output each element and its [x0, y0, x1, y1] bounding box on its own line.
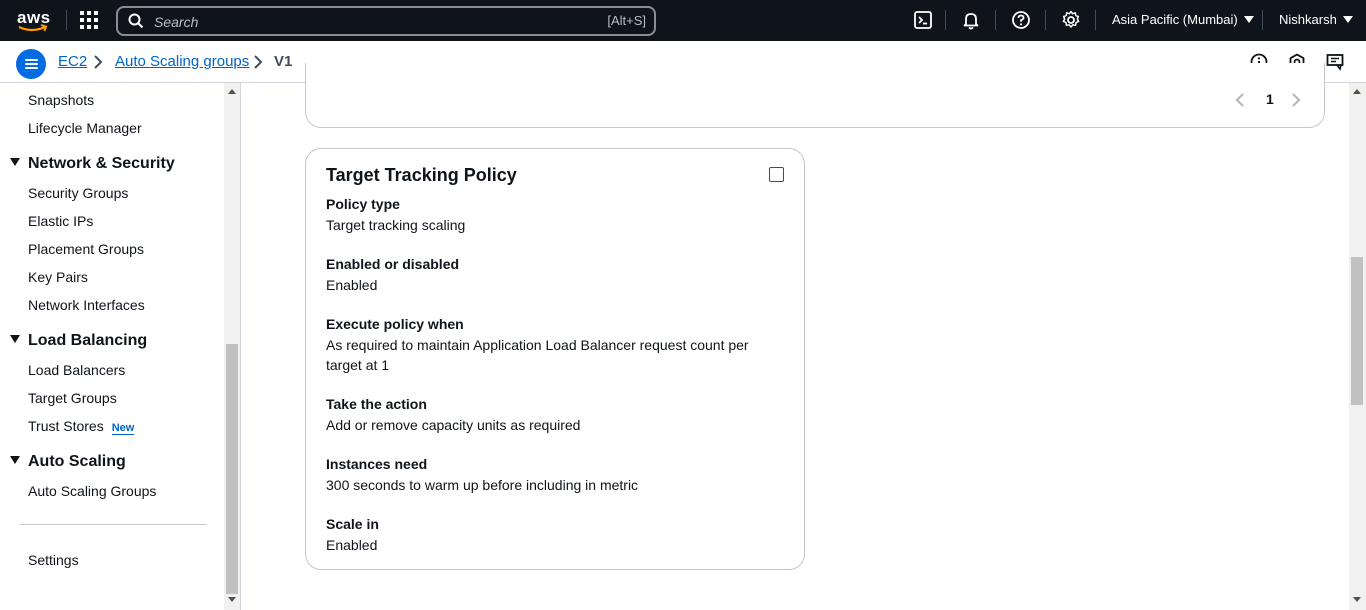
scroll-down-arrow-icon[interactable] [1353, 597, 1361, 602]
sidebar-scrollbar[interactable] [224, 83, 241, 610]
nav-divider [1095, 10, 1096, 30]
account-menu[interactable]: Nishkarsh [1279, 12, 1353, 27]
field-value-policy-type: Target tracking scaling [326, 217, 466, 233]
gear-icon[interactable] [1061, 10, 1081, 30]
help-icon[interactable] [1011, 10, 1031, 30]
field-label-execute-policy: Execute policy when [326, 316, 464, 332]
field-label-instances-need: Instances need [326, 456, 428, 472]
sidebar-item-elastic-ips[interactable]: Elastic IPs [28, 213, 93, 229]
region-label: Asia Pacific (Mumbai) [1112, 12, 1238, 27]
nav-divider [66, 10, 67, 30]
sidebar-item-lifecycle-manager[interactable]: Lifecycle Manager [28, 120, 142, 136]
sidebar-item-target-groups[interactable]: Target Groups [28, 390, 117, 406]
policy-select-checkbox[interactable] [769, 167, 784, 182]
field-value-take-action: Add or remove capacity units as required [326, 417, 581, 433]
breadcrumb-current: V1 [274, 53, 293, 70]
account-name: Nishkarsh [1279, 12, 1337, 27]
main-scrollbar[interactable] [1349, 83, 1366, 610]
bell-icon[interactable] [961, 10, 981, 30]
side-nav-toggle-button[interactable] [16, 49, 46, 79]
sidebar-item-snapshots[interactable]: Snapshots [28, 92, 94, 108]
field-label-take-action: Take the action [326, 396, 427, 412]
scrollbar-thumb[interactable] [226, 344, 238, 594]
caret-down-icon [10, 335, 20, 343]
sidebar-item-security-groups[interactable]: Security Groups [28, 185, 128, 201]
breadcrumb-auto-scaling-groups[interactable]: Auto Scaling groups [115, 53, 249, 70]
cloudshell-icon[interactable] [913, 10, 933, 30]
chevron-right-icon[interactable] [1290, 93, 1302, 107]
feedback-icon[interactable] [1326, 53, 1344, 71]
sidebar-divider [20, 524, 207, 525]
caret-down-icon [1243, 16, 1254, 23]
sidebar-section-network-security[interactable]: Network & Security [10, 155, 175, 173]
aws-logo[interactable]: aws [16, 6, 50, 34]
chevron-right-icon [254, 55, 263, 69]
nav-divider [1045, 10, 1046, 30]
scroll-up-arrow-icon[interactable] [1353, 89, 1361, 94]
sidebar-item-trust-stores[interactable]: Trust Stores New [28, 418, 135, 435]
field-value-execute-policy: As required to maintain Application Load… [326, 337, 749, 373]
field-label-enabled: Enabled or disabled [326, 256, 460, 272]
search-icon [128, 13, 144, 29]
field-value-instances-need: 300 seconds to warm up before including … [326, 477, 639, 493]
search-shortcut-hint: [Alt+S] [607, 13, 646, 28]
field-value-enabled: Enabled [326, 277, 378, 293]
new-badge: New [111, 422, 135, 435]
scroll-down-arrow-icon[interactable] [228, 597, 236, 602]
sidebar-item-settings[interactable]: Settings [28, 552, 79, 568]
nav-divider [945, 10, 946, 30]
sidebar-item-load-balancers[interactable]: Load Balancers [28, 362, 125, 378]
caret-down-icon [10, 456, 20, 464]
caret-down-icon [10, 158, 20, 166]
region-selector[interactable]: Asia Pacific (Mumbai) [1112, 12, 1254, 27]
side-navigation: Snapshots Lifecycle Manager Network & Se… [0, 83, 224, 610]
search-input[interactable] [152, 10, 576, 34]
aws-smile-icon [18, 24, 48, 32]
main-content: 1 Target Tracking Policy Policy type Tar… [241, 63, 1349, 610]
chevron-left-icon[interactable] [1234, 93, 1246, 107]
policy-card: Target Tracking Policy Policy type Targe… [305, 148, 805, 570]
chevron-right-icon [94, 55, 103, 69]
search-box[interactable]: [Alt+S] [116, 6, 656, 36]
field-value-scale-in: Enabled [326, 537, 378, 553]
nav-divider [1262, 10, 1263, 30]
field-label-scale-in: Scale in [326, 516, 379, 532]
sidebar-item-placement-groups[interactable]: Placement Groups [28, 241, 144, 257]
nav-divider [995, 10, 996, 30]
sidebar-section-title: Auto Scaling [28, 453, 126, 470]
policy-card-title: Target Tracking Policy [326, 165, 517, 185]
breadcrumb-ec2[interactable]: EC2 [58, 53, 87, 70]
sidebar-section-title: Load Balancing [28, 332, 148, 349]
sidebar-section-load-balancing[interactable]: Load Balancing [10, 332, 147, 350]
sidebar-item-network-interfaces[interactable]: Network Interfaces [28, 297, 145, 313]
page-number[interactable]: 1 [1266, 91, 1274, 107]
scroll-up-arrow-icon[interactable] [228, 89, 236, 94]
top-navigation-bar: aws [Alt+S] Asia [0, 0, 1366, 41]
sidebar-item-label: Trust Stores [28, 418, 104, 434]
services-menu-icon[interactable] [80, 11, 98, 29]
caret-down-icon [1342, 16, 1353, 23]
sidebar-item-key-pairs[interactable]: Key Pairs [28, 269, 88, 285]
sidebar-section-title: Network & Security [28, 155, 175, 172]
field-label-policy-type: Policy type [326, 196, 400, 212]
sidebar-item-auto-scaling-groups[interactable]: Auto Scaling Groups [28, 483, 156, 499]
scrollbar-thumb[interactable] [1351, 257, 1363, 405]
previous-card-bottom: 1 [305, 63, 1325, 128]
sidebar-section-auto-scaling[interactable]: Auto Scaling [10, 453, 126, 471]
